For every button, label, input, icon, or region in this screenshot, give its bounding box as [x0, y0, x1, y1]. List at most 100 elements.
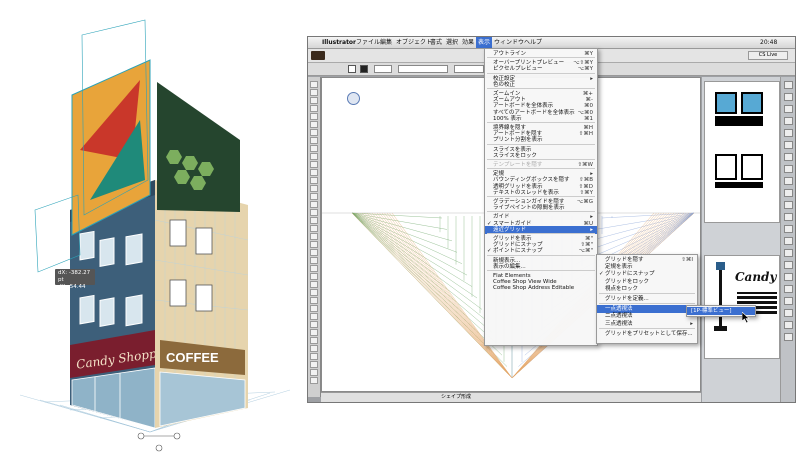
app-menu[interactable]: Illustrator: [322, 37, 356, 48]
panel-icon[interactable]: [784, 93, 793, 101]
tool-button[interactable]: [310, 353, 318, 360]
menu-item-label: ライブペイントの隙間を表示: [493, 205, 565, 212]
tool-button[interactable]: [310, 105, 318, 112]
tool-button[interactable]: [310, 113, 318, 120]
menu-object[interactable]: オブジェクト: [396, 37, 432, 48]
right-wall: [154, 180, 249, 428]
panel-icon[interactable]: [784, 177, 793, 185]
tool-button[interactable]: [310, 313, 318, 320]
cs-live-button[interactable]: CS Live: [748, 51, 788, 60]
tool-button[interactable]: [310, 377, 318, 384]
tool-button[interactable]: [310, 145, 318, 152]
tool-button[interactable]: [310, 137, 318, 144]
menu-view[interactable]: 表示: [476, 37, 493, 48]
tool-button[interactable]: [310, 249, 318, 256]
panel-icon[interactable]: [784, 213, 793, 221]
tool-button[interactable]: [310, 329, 318, 336]
panel-icon[interactable]: [784, 261, 793, 269]
cs-live-label: CS Live: [758, 52, 778, 58]
tool-button[interactable]: [310, 161, 318, 168]
panel-icon[interactable]: [784, 237, 793, 245]
menu-item-label: 一点透視法: [605, 306, 633, 313]
menu-item-label: [1P-標準ビュー]: [691, 308, 732, 314]
menu-effect[interactable]: 効果: [462, 37, 474, 48]
panel-icon[interactable]: [784, 81, 793, 89]
perspective-widget[interactable]: [137, 432, 181, 452]
tool-button[interactable]: [310, 337, 318, 344]
brush-field[interactable]: [398, 65, 448, 73]
menu-item-label: プリント分割を表示: [493, 137, 543, 144]
menu-separator: [487, 254, 595, 256]
tool-button[interactable]: [310, 241, 318, 248]
menu-window[interactable]: ウィンドウ: [494, 37, 524, 48]
panel-icon[interactable]: [784, 105, 793, 113]
tool-button[interactable]: [310, 193, 318, 200]
menu-item-label: 視点をロック: [605, 285, 639, 292]
tool-button[interactable]: [310, 233, 318, 240]
tool-button[interactable]: [310, 177, 318, 184]
opacity-field[interactable]: [454, 65, 484, 73]
panel-icon[interactable]: [784, 309, 793, 317]
menu-item-label: アウトライン: [493, 51, 527, 57]
building-illustration: Candy Shoppe COFFEE: [19, 19, 291, 452]
tool-button[interactable]: [310, 305, 318, 312]
menu-item[interactable]: 視点をロック: [597, 285, 697, 293]
stroke-weight-field[interactable]: [374, 65, 392, 73]
tool-button[interactable]: [310, 129, 318, 136]
panel-icon[interactable]: [784, 225, 793, 233]
tool-button[interactable]: [310, 345, 318, 352]
tool-button[interactable]: [310, 185, 318, 192]
tool-button[interactable]: [310, 265, 318, 272]
panel-icon[interactable]: [784, 321, 793, 329]
menu-file[interactable]: ファイル: [356, 37, 380, 48]
panel-icon[interactable]: [784, 189, 793, 197]
tool-button[interactable]: [310, 273, 318, 280]
tool-button[interactable]: [310, 153, 318, 160]
tool-button[interactable]: [310, 225, 318, 232]
menu-select[interactable]: 選択: [446, 37, 458, 48]
panel-icon[interactable]: [784, 285, 793, 293]
tool-button[interactable]: [310, 257, 318, 264]
tool-button[interactable]: [310, 169, 318, 176]
panel-icon[interactable]: [784, 249, 793, 257]
menu-type[interactable]: 書式: [430, 37, 442, 48]
menu-separator: [599, 327, 695, 329]
artwork-thumbnail-windows[interactable]: [704, 81, 780, 223]
menu-item[interactable]: グリッドを定義...: [597, 295, 697, 303]
panel-icon[interactable]: [784, 153, 793, 161]
tool-button[interactable]: [310, 81, 318, 88]
menu-item-label: スライスをロック: [493, 152, 537, 159]
tool-button[interactable]: [310, 289, 318, 296]
panel-icon[interactable]: [784, 333, 793, 341]
tool-button[interactable]: [310, 217, 318, 224]
tool-button[interactable]: [310, 297, 318, 304]
menu-item-label: 定規を表示: [605, 264, 633, 271]
stroke-swatch[interactable]: [360, 65, 368, 73]
menu-edit[interactable]: 編集: [380, 37, 392, 48]
tool-button[interactable]: [310, 321, 318, 328]
panel-icon[interactable]: [784, 297, 793, 305]
panel-icon[interactable]: [784, 141, 793, 149]
tool-button[interactable]: [310, 121, 318, 128]
panel-icon[interactable]: [784, 273, 793, 281]
tool-button[interactable]: [310, 369, 318, 376]
tool-button[interactable]: [310, 201, 318, 208]
menu-separator: [487, 72, 595, 74]
menu-separator: [487, 196, 595, 197]
fill-swatch[interactable]: [348, 65, 356, 73]
menu-item[interactable]: グリッドをプリセットとして保存...: [597, 330, 697, 338]
panel-icon[interactable]: [784, 129, 793, 137]
menu-item[interactable]: 三点透視法 ▸: [597, 320, 697, 328]
menu-help[interactable]: ヘルプ: [524, 37, 542, 48]
panel-icon[interactable]: [784, 201, 793, 209]
menu-item-label: 色の校正: [493, 81, 516, 88]
tool-button[interactable]: [310, 281, 318, 288]
tool-button[interactable]: [310, 209, 318, 216]
menu-item[interactable]: Coffee Shop Address Editable: [485, 284, 597, 292]
tool-button[interactable]: [310, 97, 318, 104]
menu-item-label: 表示の編集...: [493, 263, 526, 270]
panel-icon[interactable]: [784, 165, 793, 173]
panel-icon[interactable]: [784, 117, 793, 125]
tool-button[interactable]: [310, 89, 318, 96]
tool-button[interactable]: [310, 361, 318, 368]
